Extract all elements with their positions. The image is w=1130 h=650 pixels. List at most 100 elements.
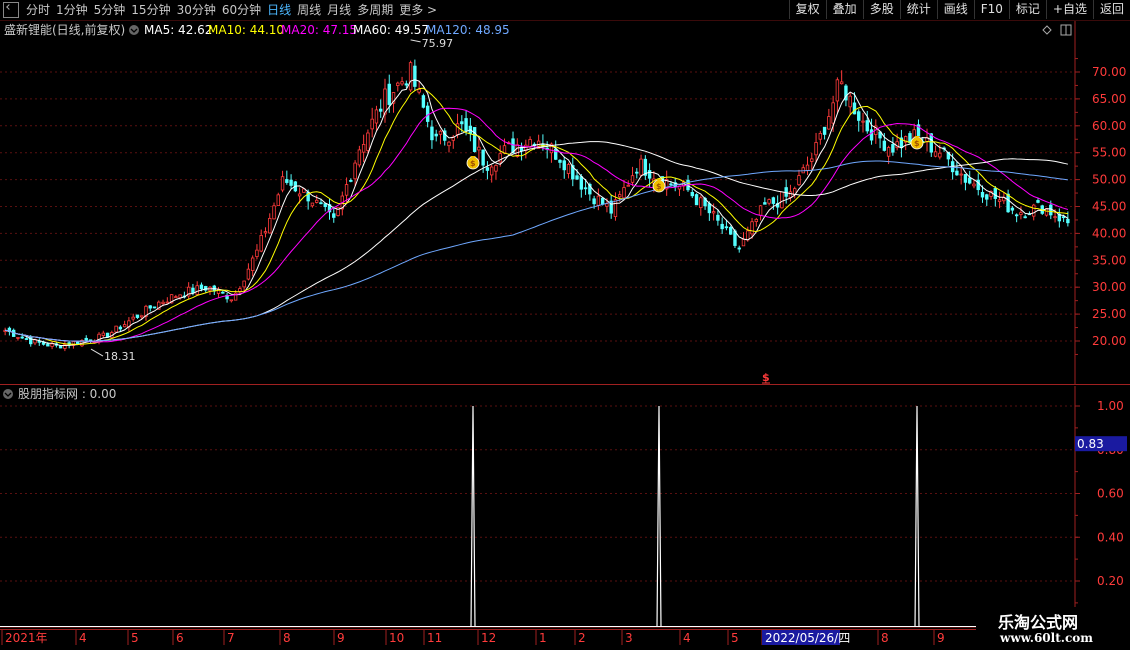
period-tab-1[interactable]: 1分钟 <box>53 0 91 20</box>
candle-body <box>58 345 63 349</box>
candle-body <box>268 217 272 234</box>
candle-body <box>767 199 771 204</box>
candle-body <box>178 294 182 299</box>
toolbar-button-3[interactable]: 统计 <box>899 0 937 19</box>
candle-body <box>118 326 123 330</box>
back-arrow-icon[interactable] <box>3 2 19 18</box>
candle-body <box>425 105 430 122</box>
candle-body <box>780 191 784 209</box>
stock-title: 盛新锂能(日线,前复权) <box>4 22 125 37</box>
toolbar-button-4[interactable]: 画线 <box>936 0 974 19</box>
candle-body <box>276 194 280 206</box>
date-label: 9 <box>337 631 345 645</box>
ma-label-0: MA5: 42.62 <box>144 23 212 37</box>
candle-body <box>635 171 639 174</box>
period-tab-6[interactable]: 日线 <box>264 0 294 20</box>
candle-body <box>485 167 490 171</box>
candle-body <box>711 211 716 214</box>
candle-body <box>408 62 413 91</box>
candle-body <box>1032 204 1036 217</box>
candle-body <box>963 174 968 183</box>
candle-body <box>630 175 635 183</box>
candle-body <box>464 118 468 132</box>
period-tabs: 分时 1分钟 5分钟 15分钟 30分钟 60分钟 日线 周线 月线 多周期 更多 > <box>0 0 440 20</box>
candle-body <box>869 129 874 141</box>
candle-body <box>383 88 387 115</box>
date-label: 8 <box>283 631 291 645</box>
candle-body <box>374 109 379 124</box>
indicator-tick-label: 1.00 <box>1097 399 1124 413</box>
candle-body <box>404 83 409 86</box>
candle-body <box>191 287 195 294</box>
period-tab-9[interactable]: 多周期 <box>354 0 396 20</box>
candle-body <box>515 144 519 157</box>
candle-body <box>827 116 831 130</box>
candle-body <box>370 118 374 130</box>
period-tab-7[interactable]: 周线 <box>294 0 324 20</box>
candle-body <box>758 205 763 216</box>
main-chart-svg[interactable]: 70.00 65.00 60.00 55.00 50.00 45.00 40.00 35.00… <box>0 21 1130 385</box>
indicator-title: 股朋指标网 : 0.00 <box>18 386 116 401</box>
candle-body <box>797 175 801 186</box>
candle-body <box>135 314 140 318</box>
period-tab-0[interactable]: 分时 <box>23 0 53 20</box>
candle-body <box>891 144 895 153</box>
candle-body <box>16 337 20 339</box>
date-label: 2 <box>578 631 586 645</box>
candle-body <box>323 203 327 208</box>
candle-body <box>259 235 263 252</box>
candle-body <box>716 214 720 221</box>
candle-body <box>229 299 234 302</box>
date-label: 10 <box>389 631 404 645</box>
period-tab-8[interactable]: 月线 <box>324 0 354 20</box>
candle-body <box>460 121 464 125</box>
indicator-collapse-icon[interactable] <box>3 389 13 399</box>
period-tab-3[interactable]: 15分钟 <box>128 0 173 20</box>
price-tick-label: 50.00 <box>1092 173 1126 187</box>
date-axis-svg: 2021年 4 5 6 7 8 9 10 11 12 1 2 3 4 5 2022/05/26/四 8 9 <box>0 629 976 645</box>
candle-body <box>814 142 818 156</box>
candle-body <box>839 81 844 85</box>
period-tab-10[interactable]: 更多 > <box>396 0 440 20</box>
candle-body <box>1049 204 1053 216</box>
period-tab-2[interactable]: 5分钟 <box>91 0 129 20</box>
period-tab-5[interactable]: 60分钟 <box>219 0 264 20</box>
candle-body <box>417 89 421 93</box>
candle-body <box>494 165 498 172</box>
candle-body <box>737 247 741 250</box>
svg-text:$: $ <box>470 159 476 168</box>
toolbar-button-2[interactable]: 多股 <box>862 0 900 19</box>
watermark: 乐淘公式网 www.60lt.com <box>976 607 1130 650</box>
candle-body <box>754 218 759 222</box>
candle-body <box>699 197 703 208</box>
toolbar-button-6[interactable]: 标记 <box>1008 0 1046 19</box>
candle-body <box>174 296 178 299</box>
main-chart-panel[interactable]: 70.00 65.00 60.00 55.00 50.00 45.00 40.00 35.00… <box>0 21 1130 385</box>
indicator-chart-svg[interactable]: 1.000.800.600.400.200.83股朋指标网 : 0.00 <box>0 386 1130 628</box>
candle-body <box>566 164 571 174</box>
toolbar-button-7[interactable]: +自选 <box>1045 0 1093 19</box>
candle-body <box>319 202 323 205</box>
candle-body <box>933 151 938 157</box>
period-tab-4[interactable]: 30分钟 <box>174 0 219 20</box>
date-axis: 2021年 4 5 6 7 8 9 10 11 12 1 2 3 4 5 2022/05/26/四 8 9 <box>0 629 976 647</box>
candle-body <box>387 83 391 105</box>
candle-body <box>835 79 840 102</box>
date-label: 12 <box>481 631 496 645</box>
indicator-panel[interactable]: 1.000.800.600.400.200.83股朋指标网 : 0.00 <box>0 386 1130 628</box>
candle-body <box>477 146 481 151</box>
candle-body <box>238 288 242 292</box>
candle-body <box>857 111 861 121</box>
toolbar-button-1[interactable]: 叠加 <box>825 0 863 19</box>
toolbar-button-5[interactable]: F10 <box>973 0 1009 19</box>
candle-body <box>361 144 366 153</box>
candle-body <box>430 126 434 141</box>
candle-body <box>297 193 302 197</box>
candle-body <box>481 149 485 166</box>
candle-body <box>618 194 622 198</box>
toolbar-button-8[interactable]: 返回 <box>1092 0 1130 19</box>
collapse-icon[interactable] <box>129 25 139 35</box>
candle-body <box>1066 218 1070 224</box>
toolbar-button-0[interactable]: 复权 <box>788 0 826 19</box>
candle-body <box>165 301 170 304</box>
